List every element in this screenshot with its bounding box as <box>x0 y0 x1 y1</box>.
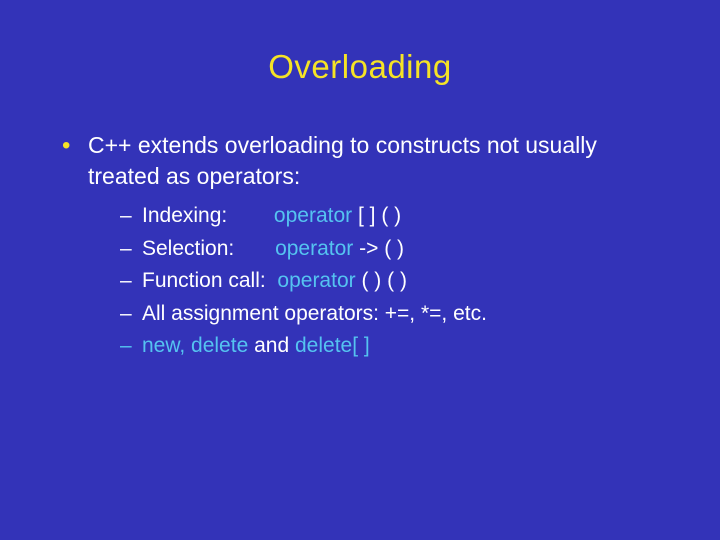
sub-label: Indexing: <box>142 204 227 227</box>
bullet-item: C++ extends overloading to constructs no… <box>62 130 664 363</box>
sub-item-function-call: – Function call: operator ( ) ( ) <box>120 265 664 298</box>
dash-icon: – <box>120 265 132 298</box>
sub-list: – Indexing: operator [ ] ( ) – Selection… <box>88 200 664 363</box>
sub-label: Selection: <box>142 237 234 260</box>
sub-item-indexing: – Indexing: operator [ ] ( ) <box>120 200 664 233</box>
signature: -> ( ) <box>353 237 404 260</box>
sub-label: Function call: <box>142 269 266 292</box>
keyword: new, delete <box>142 334 248 357</box>
signature: [ ] ( ) <box>352 204 401 227</box>
dash-icon: – <box>120 200 132 233</box>
dash-icon: – <box>120 330 132 363</box>
bullet-list: C++ extends overloading to constructs no… <box>56 130 664 363</box>
sub-label: All assignment operators: +=, *=, etc. <box>142 302 487 325</box>
dash-icon: – <box>120 233 132 266</box>
dash-icon: – <box>120 298 132 331</box>
text: and <box>248 334 295 357</box>
sub-item-selection: – Selection: operator -> ( ) <box>120 233 664 266</box>
signature: ( ) ( ) <box>356 269 407 292</box>
keyword: operator <box>277 269 355 292</box>
keyword: operator <box>274 204 352 227</box>
keyword: delete[ ] <box>295 334 370 357</box>
keyword: operator <box>275 237 353 260</box>
slide-title: Overloading <box>56 48 664 86</box>
sub-item-new-delete: – new, delete and delete[ ] <box>120 330 664 363</box>
bullet-text-line2: treated as operators: <box>88 163 300 189</box>
sub-item-assignment: – All assignment operators: +=, *=, etc. <box>120 298 664 331</box>
bullet-text-line1: C++ extends overloading to constructs no… <box>88 132 597 158</box>
slide: Overloading C++ extends overloading to c… <box>0 0 720 540</box>
